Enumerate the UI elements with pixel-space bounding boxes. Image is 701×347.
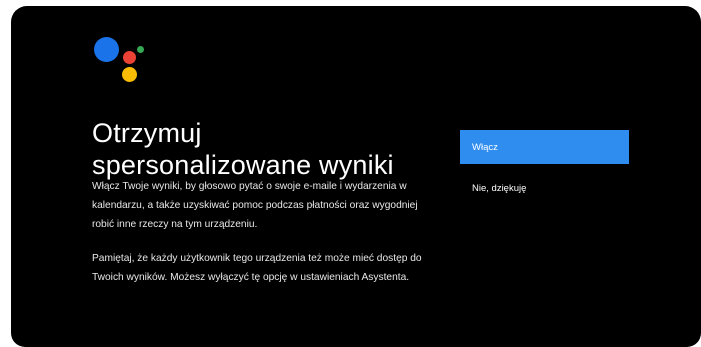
assistant-yellow-dot-icon <box>122 67 137 82</box>
description-paragraph-2: Pamiętaj, że każdy użytkownik tego urząd… <box>92 253 422 283</box>
decline-button-label: Nie, dziękuję <box>472 182 527 194</box>
assistant-green-dot-icon <box>137 46 144 53</box>
page-title-line1: Otrzymuj <box>92 118 202 149</box>
assistant-blue-dot-icon <box>94 37 119 62</box>
google-assistant-logo <box>11 6 171 86</box>
decline-button[interactable]: Nie, dziękuję <box>460 178 629 198</box>
enable-button[interactable]: Włącz <box>460 130 629 164</box>
enable-button-label: Włącz <box>472 141 498 153</box>
tv-screen: Otrzymuj spersonalizowane wyniki Włącz T… <box>11 6 701 347</box>
page-title: Otrzymuj spersonalizowane wyniki <box>92 117 432 181</box>
assistant-red-dot-icon <box>123 51 136 64</box>
description-paragraph-1: Włącz Twoje wyniki, by głosowo pytać o s… <box>92 181 418 230</box>
